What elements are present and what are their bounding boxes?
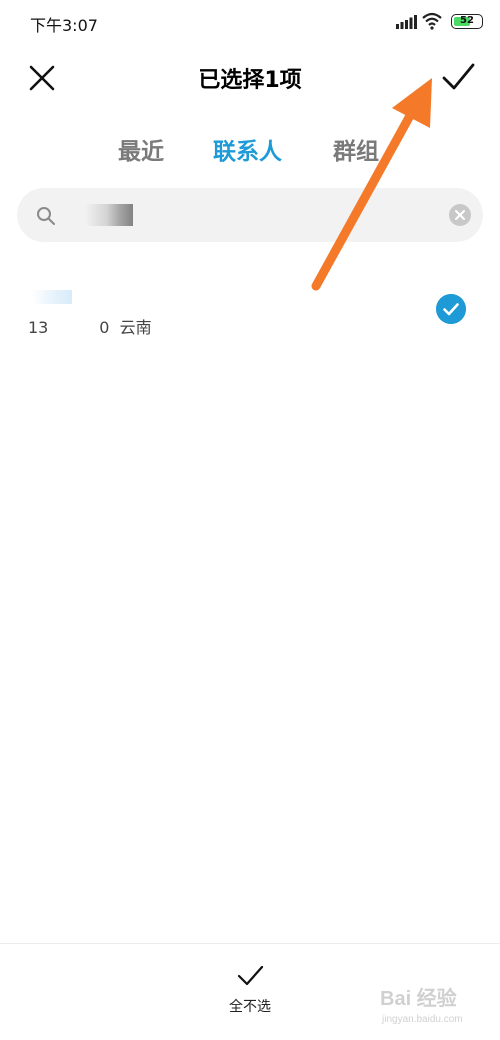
clear-icon[interactable] — [449, 204, 471, 226]
checkmark-icon[interactable] — [440, 60, 476, 94]
select-none-label: 全不选 — [229, 999, 271, 1015]
search-icon — [37, 207, 55, 225]
tab-groups[interactable]: 群组 — [333, 132, 379, 166]
checkmark-icon — [237, 965, 264, 986]
page-title: 已选择1项 — [198, 68, 302, 93]
status-time: 下午3:07 — [30, 16, 98, 35]
battery-icon: 52 — [451, 14, 483, 29]
selected-check-icon[interactable] — [436, 294, 466, 324]
contact-name-redaction — [32, 290, 72, 304]
contact-detail-redaction — [178, 316, 218, 336]
select-none-button[interactable]: 全不选 — [200, 962, 300, 1022]
contact-detail: 13 0 云南 — [28, 318, 152, 337]
battery-level: 52 — [460, 15, 474, 26]
watermark-logo: Bai 经验 jingyan.baidu.com — [380, 980, 490, 1030]
tab-contacts[interactable]: 联系人 — [213, 132, 282, 166]
list-item[interactable]: 13 0 云南 — [0, 280, 500, 340]
tab-recent[interactable]: 最近 — [118, 132, 164, 166]
header: 已选择1项 — [0, 44, 500, 110]
status-bar: 下午3:07 52 — [0, 0, 500, 44]
search-text-redaction — [85, 204, 133, 226]
watermark-sub: jingyan.baidu.com — [382, 1014, 463, 1025]
signal-icon — [396, 15, 417, 29]
tab-bar: 最近 联系人 群组 — [0, 132, 500, 172]
search-input[interactable] — [17, 188, 483, 242]
watermark-text: Bai 经验 — [380, 988, 457, 1010]
wifi-icon — [422, 12, 442, 30]
